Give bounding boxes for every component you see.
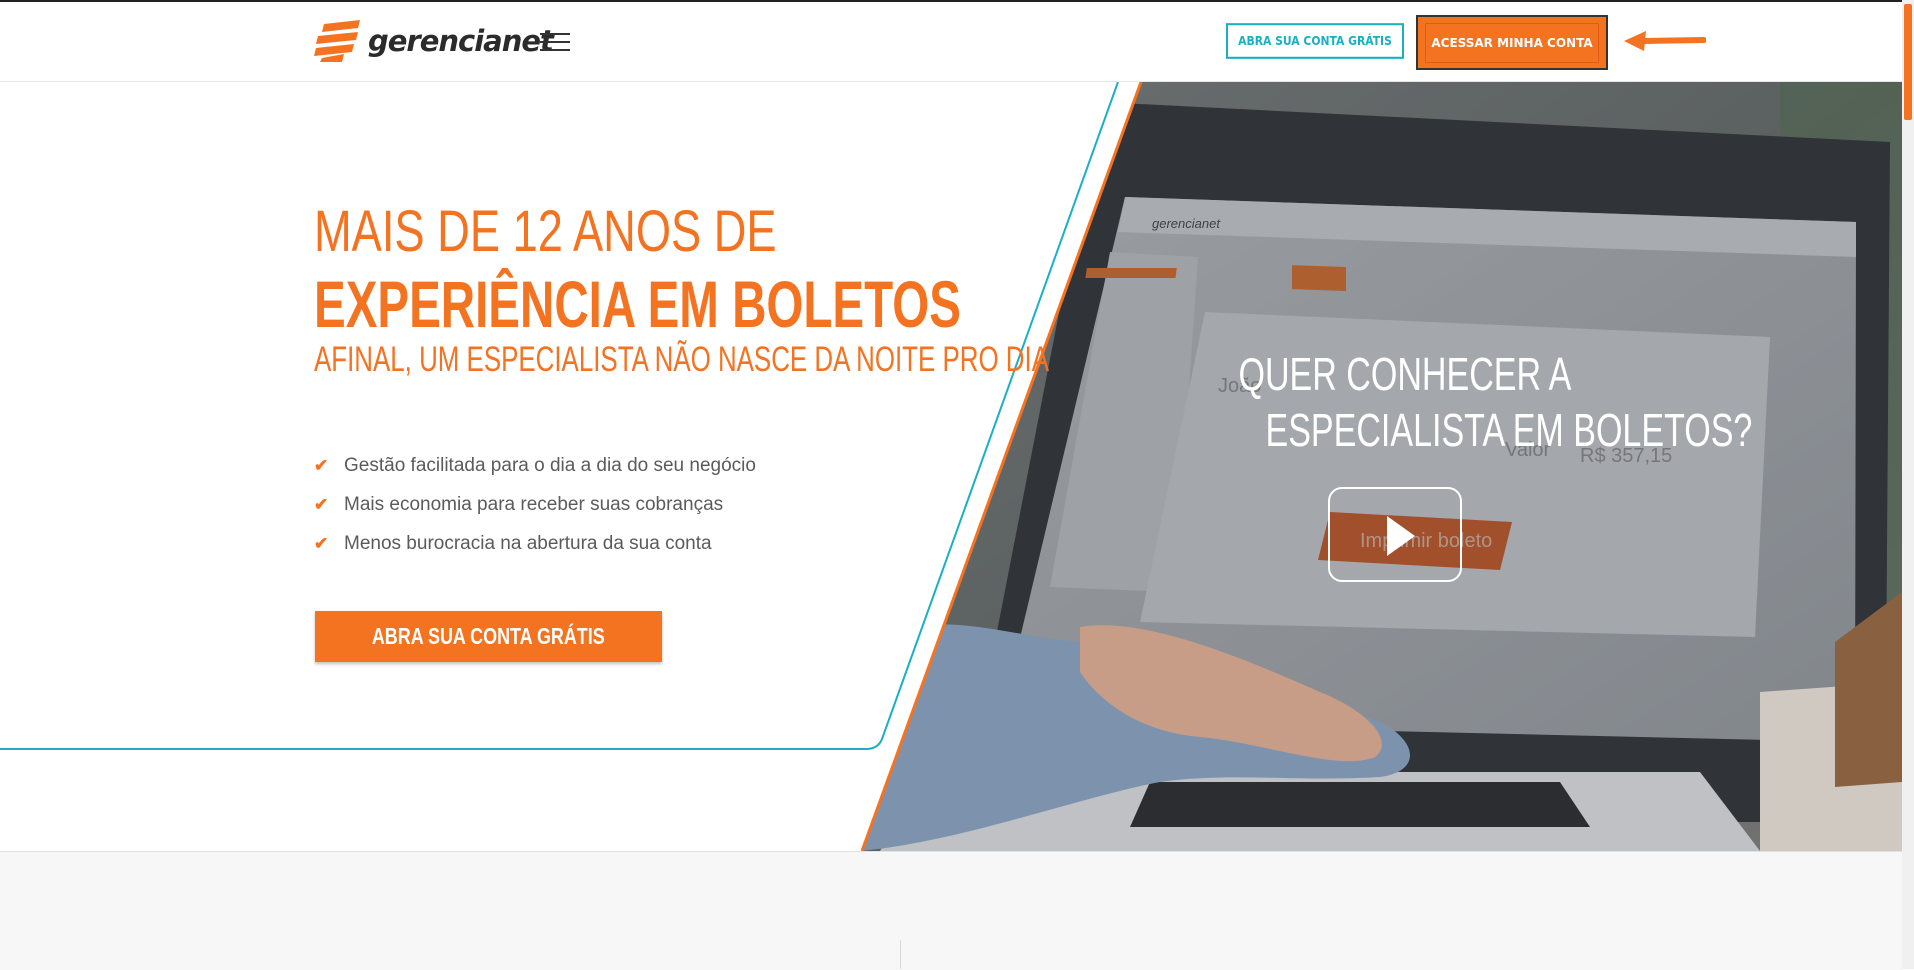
feature-item: ✔ Gestão facilitada para o dia a dia do … [314,446,756,485]
feature-item: ✔ Menos burocracia na abertura da sua co… [314,524,756,563]
menu-icon[interactable] [540,33,570,51]
open-free-account-cta-button[interactable]: ABRA SUA CONTA GRÁTIS [315,611,662,662]
logo-text: gerencianet [368,24,554,58]
site-header: gerencianet ABRA SUA CONTA GRÁTIS ACESSA… [0,2,1902,82]
check-icon: ✔ [314,533,329,553]
play-video-button[interactable] [1328,487,1462,582]
arrow-left-icon [1624,31,1706,51]
video-title-line2: ESPECIALISTA EM BOLETOS? [1265,404,1753,456]
lower-section [0,851,1902,970]
check-icon: ✔ [314,455,329,475]
feature-text: Mais economia para receber suas cobrança… [344,493,724,515]
section-divider [900,940,901,969]
hero-title-line2: EXPERIÊNCIA EM BOLETOS [314,267,961,341]
video-title: QUER CONHECER A ESPECIALISTA EM BOLETOS? [1180,346,1752,458]
logo[interactable]: gerencianet [314,20,554,62]
access-account-button[interactable]: ACESSAR MINHA CONTA [1425,22,1599,63]
hero-title-line1: MAIS DE 12 ANOS DE [314,199,777,264]
open-account-button[interactable]: ABRA SUA CONTA GRÁTIS [1226,23,1404,59]
hero-subtitle: AFINAL, UM ESPECIALISTA NÃO NASCE DA NOI… [314,340,1049,379]
access-account-highlight: ACESSAR MINHA CONTA [1416,15,1608,70]
scrollbar[interactable] [1902,0,1914,969]
video-title-line1: QUER CONHECER A [1238,348,1572,400]
feature-text: Menos burocracia na abertura da sua cont… [344,532,712,554]
gerencianet-logo-icon [314,20,360,62]
hero-video-panel[interactable]: gerencianet João Valor R$ 357,15 Imprimi… [0,82,1902,851]
feature-text: Gestão facilitada para o dia a dia do se… [344,454,756,476]
check-icon: ✔ [314,494,329,514]
feature-item: ✔ Mais economia para receber suas cobran… [314,485,756,524]
cta-label: ABRA SUA CONTA GRÁTIS [372,623,605,649]
feature-list: ✔ Gestão facilitada para o dia a dia do … [314,446,756,563]
scrollbar-thumb[interactable] [1904,4,1912,120]
play-icon [1387,516,1415,556]
